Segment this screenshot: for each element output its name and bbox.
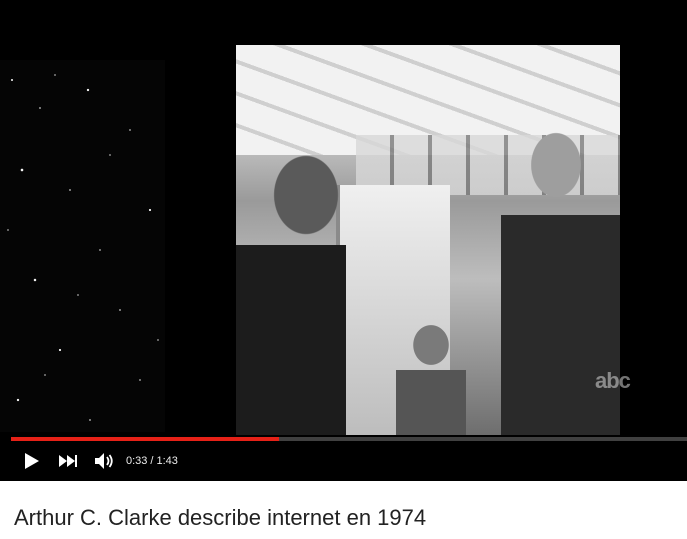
- next-button[interactable]: [50, 443, 86, 479]
- duration: 1:43: [156, 455, 178, 467]
- video-player[interactable]: abc 0:33/1:43: [0, 0, 687, 481]
- starfield-background: [0, 60, 165, 432]
- child: [396, 315, 466, 435]
- current-time: 0:33: [126, 455, 148, 467]
- time-display: 0:33/1:43: [126, 455, 178, 467]
- next-icon: [59, 455, 77, 467]
- volume-icon: [95, 453, 113, 469]
- player-controls: 0:33/1:43: [0, 441, 687, 481]
- video-frame[interactable]: [236, 45, 620, 435]
- play-button[interactable]: [14, 443, 50, 479]
- channel-watermark: abc: [595, 368, 631, 393]
- man-left: [236, 125, 346, 435]
- play-icon: [25, 453, 39, 469]
- volume-button[interactable]: [86, 443, 122, 479]
- video-title[interactable]: Arthur C. Clarke describe internet en 19…: [14, 505, 426, 531]
- time-separator: /: [150, 455, 154, 467]
